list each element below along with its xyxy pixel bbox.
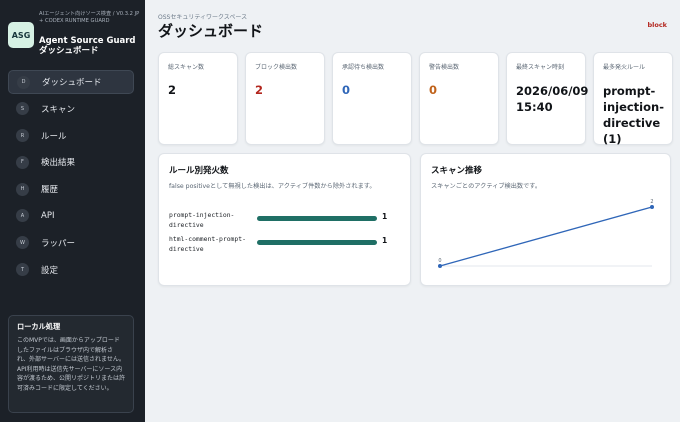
data-point (650, 205, 654, 209)
stat-value: prompt-injection-directive (1) (603, 84, 664, 146)
rule-count-bar (257, 216, 377, 221)
nav-key-badge: F (16, 155, 29, 169)
sidebar-item-label: スキャン (41, 104, 76, 115)
sidebar: ASG AIエージェント向けソース検査 / V0.3.2 JP + CODEX … (0, 0, 145, 422)
stat-card-approval-findings: 承認待ち検出数 0 (332, 52, 412, 145)
stat-label: ブロック検出数 (255, 64, 298, 71)
data-point (438, 264, 442, 268)
page-title: ダッシュボード (158, 22, 264, 40)
sidebar-item-label: 履歴 (41, 185, 59, 196)
rule-count: 1 (382, 236, 388, 245)
rule-hits-panel: ルール別発火数 false positiveとして無視した検出は、アクティブ件数… (158, 153, 411, 286)
sidebar-item-wrapper[interactable]: W ラッパー (8, 231, 134, 255)
nav-key-badge: R (16, 129, 29, 143)
series-line (439, 206, 653, 267)
sidebar-item-dashboard[interactable]: D ダッシュボード (8, 70, 134, 94)
rule-name: prompt-injection-directive (169, 211, 235, 229)
rule-row: prompt-injection-directive 1 (169, 210, 391, 232)
mode-badge: block (647, 21, 667, 29)
stat-card-block-findings: ブロック検出数 2 (245, 52, 325, 145)
scan-trend-panel: スキャン推移 スキャンごとのアクティブ検出数です。 02 (420, 153, 671, 286)
stat-label: 承認待ち検出数 (342, 64, 385, 71)
brand: ASG AIエージェント向けソース検査 / V0.3.2 JP + CODEX … (8, 8, 140, 60)
rule-count: 1 (382, 212, 388, 221)
data-label: 2 (650, 199, 653, 205)
stat-card-total-scans: 総スキャン数 2 (158, 52, 238, 145)
sidebar-item-label: 検出結果 (41, 158, 76, 169)
nav-key-badge: T (16, 263, 29, 277)
stat-card-warning-findings: 警告検出数 0 (419, 52, 499, 145)
app-subtitle: AIエージェント向けソース検査 / V0.3.2 JP + CODEX RUNT… (39, 11, 140, 24)
sidebar-item-label: ラッパー (41, 238, 76, 249)
sidebar-item-rules[interactable]: R ルール (8, 124, 134, 148)
app-logo: ASG (8, 22, 34, 48)
stat-label: 最終スキャン時刻 (516, 64, 565, 71)
stat-value: 0 (429, 83, 438, 97)
sidebar-item-label: ダッシュボード (42, 78, 102, 88)
panel-title: ルール別発火数 (169, 166, 229, 176)
app-title-line2: ダッシュボード (39, 46, 99, 56)
nav-key-badge: S (16, 102, 29, 116)
app-title-line1: Agent Source Guard (39, 36, 136, 46)
stat-card-last-scan-time: 最終スキャン時刻 2026/06/09 15:40 (506, 52, 589, 145)
panel-subtitle: false positiveとして無視した検出は、アクティブ件数から除外されます… (169, 183, 376, 190)
local-notice-body: このMVPでは、画面からアップロードしたファイルはブラウザ内で解析され、外部サー… (17, 337, 126, 392)
local-processing-notice: ローカル処理 このMVPでは、画面からアップロードしたファイルはブラウザ内で解析… (8, 315, 134, 413)
sidebar-item-scan[interactable]: S スキャン (8, 97, 134, 121)
stat-value: 2 (168, 83, 177, 97)
stat-value: 0 (342, 83, 351, 97)
stat-value: 2026/06/09 15:40 (516, 84, 589, 114)
sidebar-item-findings[interactable]: F 検出結果 (8, 150, 134, 174)
sidebar-nav: D ダッシュボード S スキャン R ルール F 検出結果 H 履歴 A API… (8, 70, 134, 284)
sidebar-item-label: ルール (41, 131, 67, 142)
rule-count-bar (257, 240, 377, 245)
sidebar-item-label: API (41, 210, 55, 221)
sidebar-item-settings[interactable]: T 設定 (8, 258, 134, 282)
local-notice-title: ローカル処理 (17, 322, 61, 331)
sidebar-item-history[interactable]: H 履歴 (8, 177, 134, 201)
rule-row: html-comment-prompt-directive 1 (169, 234, 391, 256)
rule-name: html-comment-prompt-directive (169, 235, 246, 253)
nav-key-badge: W (16, 236, 29, 250)
sidebar-item-label: 設定 (41, 265, 59, 276)
app-title: Agent Source Guard ダッシュボード (39, 36, 147, 56)
stat-label: 最多発火ルール (603, 64, 646, 71)
sidebar-item-api[interactable]: A API (8, 204, 134, 228)
scan-trend-chart: 02 (438, 199, 654, 268)
stat-label: 総スキャン数 (168, 64, 205, 71)
nav-key-badge: H (16, 182, 29, 196)
stat-label: 警告検出数 (429, 64, 460, 71)
stat-card-top-rule: 最多発火ルール prompt-injection-directive (1) (593, 52, 673, 146)
data-label: 0 (438, 258, 441, 264)
stat-value: 2 (255, 83, 264, 97)
nav-key-badge: D (17, 75, 30, 89)
nav-key-badge: A (16, 209, 29, 223)
